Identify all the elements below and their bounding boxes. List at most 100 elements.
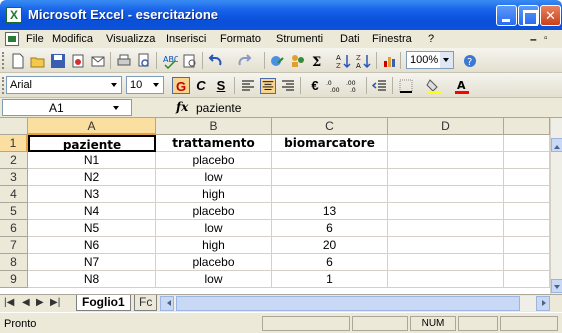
row-header-1[interactable]: 1	[0, 135, 28, 152]
scroll-up-icon[interactable]	[551, 138, 562, 152]
cell-extra[interactable]	[504, 152, 550, 169]
cell-extra[interactable]	[504, 186, 550, 203]
cell-c6[interactable]: 6	[272, 220, 388, 237]
cell-d9[interactable]	[388, 271, 504, 288]
cell-b8[interactable]: placebo	[156, 254, 272, 271]
cell-a8[interactable]: N7	[28, 254, 156, 271]
chevron-down-icon[interactable]	[440, 52, 453, 68]
cell-b7[interactable]: high	[156, 237, 272, 254]
align-center-icon[interactable]	[260, 78, 276, 94]
chevron-down-icon[interactable]	[110, 101, 123, 115]
cell-a4[interactable]: N3	[28, 186, 156, 203]
chevron-down-icon[interactable]	[108, 77, 121, 93]
next-sheet-icon[interactable]: ▶	[36, 297, 44, 308]
sheet-tab-foglio1[interactable]: Foglio1	[76, 295, 131, 311]
cell-b6[interactable]: low	[156, 220, 272, 237]
cell-b2[interactable]: placebo	[156, 152, 272, 169]
cell-extra[interactable]	[504, 169, 550, 186]
column-header-extra[interactable]	[504, 118, 550, 135]
cell-b3[interactable]: low	[156, 169, 272, 186]
toolbar-grip[interactable]	[2, 52, 4, 69]
decrease-indent-icon[interactable]	[372, 78, 388, 94]
underline-button[interactable]: S	[212, 77, 230, 94]
fill-color-icon[interactable]	[426, 78, 442, 94]
row-header-2[interactable]: 2	[0, 152, 28, 169]
spelling-icon[interactable]: ABC	[162, 53, 178, 69]
new-document-icon[interactable]	[10, 53, 26, 69]
menu-strumenti[interactable]: Strumenti	[276, 33, 323, 45]
menu-inserisci[interactable]: Inserisci	[166, 33, 206, 45]
open-folder-icon[interactable]	[30, 53, 46, 69]
scroll-left-icon[interactable]	[160, 296, 174, 311]
cell-d8[interactable]	[388, 254, 504, 271]
menu-file[interactable]: File	[26, 33, 44, 45]
cell-d5[interactable]	[388, 203, 504, 220]
column-header-d[interactable]: D	[388, 118, 504, 135]
cell-extra[interactable]	[504, 237, 550, 254]
doc-restore-icon[interactable]: ▫	[544, 33, 548, 44]
align-right-icon[interactable]	[280, 78, 296, 94]
italic-button[interactable]: C	[192, 77, 210, 94]
name-box[interactable]: A1	[2, 99, 132, 116]
cell-d6[interactable]	[388, 220, 504, 237]
align-left-icon[interactable]	[240, 78, 256, 94]
cell-extra[interactable]	[504, 203, 550, 220]
first-sheet-icon[interactable]: |◀	[4, 297, 14, 308]
row-header-6[interactable]: 6	[0, 220, 28, 237]
borders-icon[interactable]	[398, 78, 414, 94]
cell-extra[interactable]	[504, 254, 550, 271]
cell-a9[interactable]: N8	[28, 271, 156, 288]
font-name-select[interactable]: Arial	[6, 76, 122, 94]
minimize-button[interactable]	[496, 5, 517, 26]
cell-a2[interactable]: N1	[28, 152, 156, 169]
menu-visualizza[interactable]: Visualizza	[106, 33, 155, 45]
cell-d1[interactable]	[388, 135, 504, 152]
menu-finestra[interactable]: Finestra	[372, 33, 412, 45]
row-header-3[interactable]: 3	[0, 169, 28, 186]
save-icon[interactable]	[50, 53, 66, 69]
horizontal-scrollbar[interactable]	[160, 296, 550, 311]
workbook-icon[interactable]	[5, 32, 19, 46]
cell-extra[interactable]	[504, 271, 550, 288]
doc-minimize-icon[interactable]: –	[530, 32, 537, 46]
cell-b9[interactable]: low	[156, 271, 272, 288]
autosum-icon[interactable]: Σ	[310, 53, 326, 69]
cell-c4[interactable]	[272, 186, 388, 203]
chevron-down-icon[interactable]	[150, 77, 163, 93]
cell-a1[interactable]: paziente	[28, 135, 156, 152]
cell-a5[interactable]: N4	[28, 203, 156, 220]
cell-c9[interactable]: 1	[272, 271, 388, 288]
print-preview-icon[interactable]	[136, 53, 152, 69]
cell-b5[interactable]: placebo	[156, 203, 272, 220]
cell-extra[interactable]	[504, 135, 550, 152]
cell-c2[interactable]	[272, 152, 388, 169]
cell-d4[interactable]	[388, 186, 504, 203]
sort-ascending-icon[interactable]: AZ	[336, 53, 352, 69]
cell-a3[interactable]: N2	[28, 169, 156, 186]
row-header-9[interactable]: 9	[0, 271, 28, 288]
increase-decimal-icon[interactable]: .0.00	[326, 78, 342, 94]
email-icon[interactable]	[90, 53, 106, 69]
zoom-select[interactable]: 100%	[406, 51, 454, 69]
close-button[interactable]: ✕	[540, 5, 561, 26]
menu-help[interactable]: ?	[428, 33, 434, 45]
horizontal-scroll-thumb[interactable]	[176, 296, 520, 311]
cell-extra[interactable]	[504, 220, 550, 237]
cell-c1[interactable]: biomarcatore	[272, 135, 388, 152]
column-header-c[interactable]: C	[272, 118, 388, 135]
prev-sheet-icon[interactable]: ◀	[22, 297, 30, 308]
column-header-b[interactable]: B	[156, 118, 272, 135]
font-size-select[interactable]: 10	[126, 76, 164, 94]
excel-app-icon[interactable]	[6, 7, 22, 23]
cell-d7[interactable]	[388, 237, 504, 254]
undo-icon[interactable]	[208, 53, 224, 69]
cell-b4[interactable]: high	[156, 186, 272, 203]
print-icon[interactable]	[116, 53, 132, 69]
currency-button[interactable]: €	[306, 77, 324, 94]
cell-c3[interactable]	[272, 169, 388, 186]
cell-b1[interactable]: trattamento	[156, 135, 272, 152]
cell-c7[interactable]: 20	[272, 237, 388, 254]
help-icon[interactable]: ?	[462, 53, 478, 69]
sort-descending-icon[interactable]: ZA	[356, 53, 372, 69]
row-header-4[interactable]: 4	[0, 186, 28, 203]
